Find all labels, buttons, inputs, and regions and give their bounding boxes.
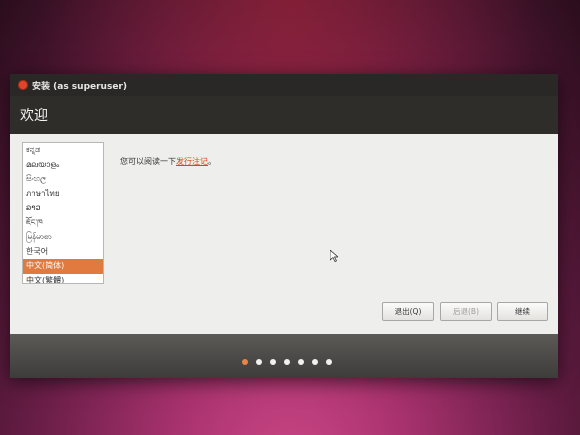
list-item[interactable]: ລາວ	[23, 201, 103, 216]
release-notes-suffix: 。	[208, 157, 216, 166]
step-dot	[256, 359, 262, 365]
list-item[interactable]: 한국어	[23, 245, 103, 260]
release-notes-text: 您可以阅读一下发行注记。	[120, 156, 216, 167]
list-item[interactable]: 中文(繁體)	[23, 274, 103, 284]
list-item[interactable]: ภาษาไทย	[23, 187, 103, 202]
step-dot	[270, 359, 276, 365]
list-item[interactable]: ཇོང་ཁ	[23, 216, 103, 231]
step-dot	[284, 359, 290, 365]
step-dot	[326, 359, 332, 365]
continue-button[interactable]: 继续	[497, 302, 548, 321]
list-item[interactable]: ಕನ್ನಡ	[23, 143, 103, 158]
list-item[interactable]: සිංහල	[23, 172, 103, 187]
step-dot	[312, 359, 318, 365]
close-button[interactable]	[18, 80, 28, 90]
quit-button[interactable]: 退出(Q)	[382, 302, 434, 321]
step-dot-active	[242, 359, 248, 365]
window-title: 安装 (as superuser)	[32, 82, 127, 92]
language-list[interactable]: ಕನ್ನಡ മലയാളം සිංහල ภาษาไทย ລາວ ཇོང་ཁ မြန…	[22, 142, 104, 284]
title-bar: 安装 (as superuser)	[10, 74, 558, 96]
progress-footer	[10, 334, 558, 378]
button-bar: 退出(Q) 后退(B) 继续	[10, 302, 558, 324]
step-dot	[298, 359, 304, 365]
content-area: ಕನ್ನಡ മലയാളം සිංහල ภาษาไทย ລາວ ཇོང་ཁ မြန…	[10, 134, 558, 334]
page-header: 欢迎	[10, 96, 558, 134]
back-button[interactable]: 后退(B)	[440, 302, 492, 321]
step-indicator	[242, 350, 340, 365]
release-notes-link[interactable]: 发行注记	[176, 157, 208, 166]
list-item-selected[interactable]: 中文(简体)	[23, 259, 103, 274]
mouse-cursor-icon	[330, 250, 338, 262]
installer-window: 安装 (as superuser) 欢迎 ಕನ್ನಡ മലയാളം සිංහල …	[10, 74, 558, 378]
list-item[interactable]: မြန်မာစာ	[23, 230, 103, 245]
page-title: 欢迎	[20, 108, 48, 124]
list-item[interactable]: മലയാളം	[23, 158, 103, 173]
release-notes-prefix: 您可以阅读一下	[120, 157, 176, 166]
